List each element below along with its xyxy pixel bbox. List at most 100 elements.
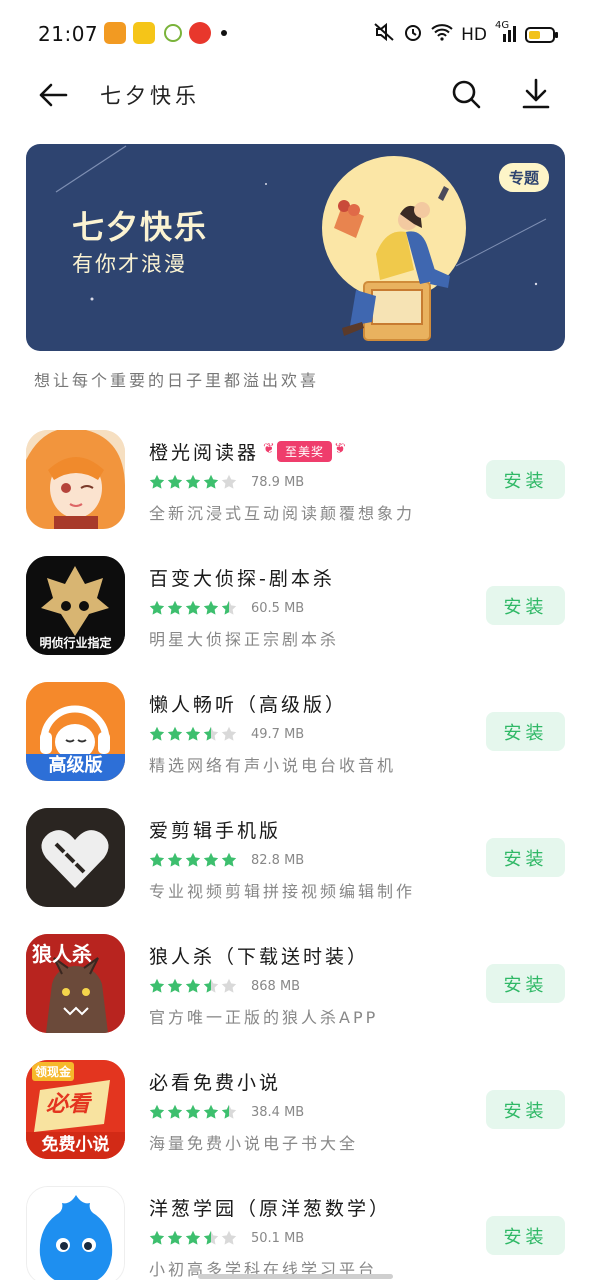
notification-icons <box>104 22 227 44</box>
app-meta: 78.9 MB <box>149 474 304 490</box>
signal-icon: 4G <box>495 20 517 45</box>
star-icon <box>203 600 219 616</box>
weibo-notification-icon <box>189 22 211 44</box>
app-meta: 868 MB <box>149 978 300 994</box>
notification-app-icon <box>164 24 182 42</box>
notification-app-icon <box>104 22 126 44</box>
star-icon <box>167 600 183 616</box>
search-button[interactable] <box>448 76 484 112</box>
star-icon <box>185 1230 201 1246</box>
star-icon <box>185 852 201 868</box>
install-button[interactable]: 安装 <box>486 964 565 1003</box>
install-button[interactable]: 安装 <box>486 586 565 625</box>
app-name: 狼人杀（下载送时装） <box>149 946 370 968</box>
star-icon <box>203 474 219 490</box>
banner-subtitle: 有你才浪漫 <box>72 252 187 276</box>
banner-caption: 想让每个重要的日子里都溢出欢喜 <box>34 371 320 390</box>
system-icons: HD 4G <box>373 20 558 47</box>
page-title: 七夕快乐 <box>100 84 200 108</box>
app-description: 官方唯一正版的狼人杀APP <box>149 1008 379 1027</box>
rating-stars <box>149 726 237 742</box>
network-type: HD <box>461 24 487 45</box>
star-icon <box>185 978 201 994</box>
download-button[interactable] <box>518 76 554 112</box>
list-item[interactable]: 狼人杀 狼人杀（下载送时装） 868 MB 官方唯一正版的狼人杀APP 安装 <box>0 916 591 1042</box>
app-meta: 60.5 MB <box>149 600 304 616</box>
star-icon <box>149 1230 165 1246</box>
topic-tag: 专题 <box>498 163 549 192</box>
install-button[interactable]: 安装 <box>486 712 565 751</box>
moon-couple-illustration <box>316 150 486 350</box>
app-meta: 38.4 MB <box>149 1104 304 1120</box>
status-bar: 21:07 HD 4G <box>0 0 591 70</box>
star-icon <box>221 600 237 616</box>
app-icon[interactable] <box>26 1186 125 1280</box>
rating-stars <box>149 1104 237 1120</box>
list-item[interactable]: 领现金 必看 免费小说 必看免费小说 38.4 MB 海量免费小说电子书大全 安… <box>0 1042 591 1168</box>
star-icon <box>185 600 201 616</box>
app-meta: 50.1 MB <box>149 1230 304 1246</box>
list-item[interactable]: 高级版 懒人畅听（高级版） 49.7 MB 精选网络有声小说电台收音机 安装 <box>0 664 591 790</box>
status-time: 21:07 <box>38 22 99 46</box>
star-icon <box>185 726 201 742</box>
star-icon <box>167 726 183 742</box>
star-icon <box>203 852 219 868</box>
app-meta: 82.8 MB <box>149 852 304 868</box>
star-icon <box>149 1104 165 1120</box>
app-description: 明星大侦探正宗剧本杀 <box>149 630 340 649</box>
app-size: 50.1 MB <box>251 1230 305 1246</box>
list-item[interactable]: 橙光阅读器至美奖 78.9 MB 全新沉浸式互动阅读颠覆想象力 安装 <box>0 412 591 538</box>
app-name: 橙光阅读器至美奖 <box>149 438 333 465</box>
app-icon[interactable]: 高级版 <box>26 682 125 781</box>
app-description: 海量免费小说电子书大全 <box>149 1134 359 1153</box>
download-icon <box>522 78 550 109</box>
app-icon[interactable] <box>26 430 125 529</box>
rating-stars <box>149 474 237 490</box>
star-icon <box>221 978 237 994</box>
more-notifications-dot <box>221 30 227 36</box>
install-button[interactable]: 安装 <box>486 460 565 499</box>
app-icon[interactable]: 明侦行业指定 <box>26 556 125 655</box>
wifi-icon <box>431 23 453 46</box>
back-button[interactable] <box>36 78 70 112</box>
app-name: 爱剪辑手机版 <box>149 820 282 842</box>
star-icon <box>185 474 201 490</box>
list-item[interactable]: 洋葱学园（原洋葱数学） 50.1 MB 小初高多学科在线学习平台 安装 <box>0 1168 591 1280</box>
app-icon-label: 高级版 <box>48 755 103 776</box>
install-button[interactable]: 安装 <box>486 1090 565 1129</box>
app-description: 专业视频剪辑拼接视频编辑制作 <box>149 882 416 901</box>
app-icon[interactable]: 狼人杀 <box>26 934 125 1033</box>
app-size: 868 MB <box>251 978 301 994</box>
star-icon <box>149 852 165 868</box>
app-icon-label: 狼人杀 <box>32 942 92 966</box>
star-icon <box>167 1104 183 1120</box>
star-icon <box>203 726 219 742</box>
alarm-icon <box>403 22 423 47</box>
list-item[interactable]: 明侦行业指定 百变大侦探-剧本杀 60.5 MB 明星大侦探正宗剧本杀 安装 <box>0 538 591 664</box>
star-icon <box>203 1230 219 1246</box>
arrow-left-icon <box>39 83 68 107</box>
mute-icon <box>373 22 395 47</box>
home-indicator[interactable] <box>198 1274 393 1279</box>
app-name: 懒人畅听（高级版） <box>149 694 348 716</box>
star-icon <box>221 1104 237 1120</box>
app-icon[interactable]: 领现金 必看 免费小说 <box>26 1060 125 1159</box>
app-size: 49.7 MB <box>251 726 305 742</box>
rating-stars <box>149 600 237 616</box>
app-icon-label-mid: 必看 <box>46 1092 91 1117</box>
install-button[interactable]: 安装 <box>486 838 565 877</box>
star-icon <box>149 978 165 994</box>
topic-banner[interactable]: 七夕快乐 有你才浪漫 专题 <box>26 144 565 351</box>
app-description: 全新沉浸式互动阅读颠覆想象力 <box>149 504 416 523</box>
list-item[interactable]: 爱剪辑手机版 82.8 MB 专业视频剪辑拼接视频编辑制作 安装 <box>0 790 591 916</box>
app-icon[interactable] <box>26 808 125 907</box>
app-size: 78.9 MB <box>251 474 305 490</box>
banner-title: 七夕快乐 <box>72 208 209 246</box>
battery-icon <box>525 26 558 43</box>
star-icon <box>221 1230 237 1246</box>
star-icon <box>167 474 183 490</box>
app-size: 60.5 MB <box>251 600 305 616</box>
star-icon <box>185 1104 201 1120</box>
install-button[interactable]: 安装 <box>486 1216 565 1255</box>
rating-stars <box>149 852 237 868</box>
